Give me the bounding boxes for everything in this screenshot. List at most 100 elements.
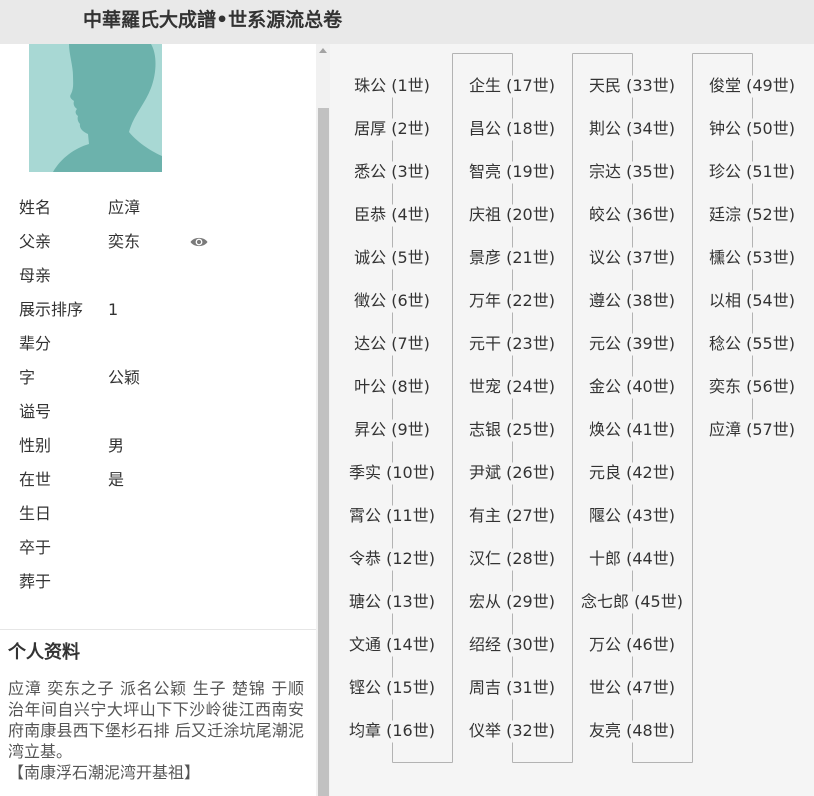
generation-item[interactable]: 绍经 (30世) — [469, 635, 555, 655]
avatar-silhouette-icon — [29, 44, 162, 172]
generation-item[interactable]: 有主 (27世) — [469, 506, 555, 526]
page-title: 中華羅氏大成譜•世系源流总卷 — [83, 9, 343, 31]
field-label: 生日 — [19, 504, 52, 523]
generation-item[interactable]: 徵公 (6世) — [354, 291, 430, 311]
field-burial: 葬于 — [0, 565, 316, 599]
generation-item[interactable]: 天民 (33世) — [589, 76, 675, 96]
generation-item[interactable]: 霄公 (11世) — [349, 506, 435, 526]
field-generation-rank: 辈分 — [0, 327, 316, 361]
generation-item[interactable]: 议公 (37世) — [589, 248, 675, 268]
generation-item[interactable]: 铿公 (15世) — [349, 678, 435, 698]
generation-item[interactable]: 昇公 (9世) — [354, 420, 430, 440]
field-value: 公颖 — [108, 368, 141, 387]
generation-item[interactable]: 稔公 (55世) — [709, 334, 795, 354]
generation-item[interactable]: 焕公 (41世) — [589, 420, 675, 440]
generation-item[interactable]: 万年 (22世) — [469, 291, 555, 311]
field-value: 应漳 — [108, 198, 141, 217]
field-death: 卒于 — [0, 531, 316, 565]
generation-item[interactable]: 诚公 (5世) — [354, 248, 430, 268]
generation-item[interactable]: 令恭 (12世) — [349, 549, 435, 569]
generation-item[interactable]: 昌公 (18世) — [469, 119, 555, 139]
field-mother: 母亲 — [0, 259, 316, 293]
generation-item[interactable]: 宗达 (35世) — [589, 162, 675, 182]
scrollbar[interactable] — [316, 44, 330, 796]
field-label: 葬于 — [19, 572, 52, 591]
scrollbar-thumb[interactable] — [318, 108, 329, 796]
generation-item[interactable]: 遵公 (38世) — [589, 291, 675, 311]
avatar — [29, 44, 162, 172]
bio-text: 应漳 奕东之子 派名公颖 生子 楚锦 于顺治年间自兴宁大坪山下下沙岭徙江西南安府… — [8, 679, 304, 761]
generation-item[interactable]: 元良 (42世) — [589, 463, 675, 483]
generation-item[interactable]: 皎公 (36世) — [589, 205, 675, 225]
generation-item[interactable]: 元公 (39世) — [589, 334, 675, 354]
generation-item[interactable]: 万公 (46世) — [589, 635, 675, 655]
field-name: 姓名 应漳 — [0, 191, 316, 225]
generation-item[interactable]: 金公 (40世) — [589, 377, 675, 397]
generation-item[interactable]: 叶公 (8世) — [354, 377, 430, 397]
generation-item[interactable]: 俊堂 (49世) — [709, 76, 795, 96]
bio-heading: 个人资料 — [8, 642, 80, 663]
generation-item[interactable]: 尹斌 (26世) — [469, 463, 555, 483]
profile-fields: 姓名 应漳 父亲 奕东 母亲 展示排序 1 辈分 字 公颖 谥号 性别 男 在世… — [0, 191, 316, 599]
bio-section: 应漳 奕东之子 派名公颖 生子 楚锦 于顺治年间自兴宁大坪山下下沙岭徙江西南安府… — [8, 678, 304, 783]
generation-item[interactable]: 汉仁 (28世) — [469, 549, 555, 569]
generation-item[interactable]: 文通 (14世) — [349, 635, 435, 655]
generation-item[interactable]: 悉公 (3世) — [354, 162, 430, 182]
generation-item[interactable]: 珍公 (51世) — [709, 162, 795, 182]
field-posthumous-name: 谥号 — [0, 395, 316, 429]
generation-item[interactable]: 珠公 (1世) — [354, 76, 430, 96]
generation-item[interactable]: 居厚 (2世) — [354, 119, 430, 139]
field-gender: 性别 男 — [0, 429, 316, 463]
generation-item[interactable]: 仪举 (32世) — [469, 721, 555, 741]
bio-note: 【南康浮石潮泥湾开基祖】 — [8, 763, 201, 782]
generation-item[interactable]: 季实 (10世) — [349, 463, 435, 483]
generation-item[interactable]: 智亮 (19世) — [469, 162, 555, 182]
generation-item[interactable]: 以相 (54世) — [709, 291, 795, 311]
generation-item[interactable]: 臣恭 (4世) — [354, 205, 430, 225]
generation-item[interactable]: 友亮 (48世) — [589, 721, 675, 741]
field-father: 父亲 奕东 — [0, 225, 316, 259]
field-value: 男 — [108, 436, 125, 455]
field-courtesy-name: 字 公颖 — [0, 361, 316, 395]
field-label: 展示排序 — [19, 300, 84, 319]
field-label: 辈分 — [19, 334, 52, 353]
generation-item[interactable]: 庆祖 (20世) — [469, 205, 555, 225]
field-value: 1 — [108, 300, 119, 319]
generation-item[interactable]: 达公 (7世) — [354, 334, 430, 354]
generation-item[interactable]: 念七郎 (45世) — [581, 592, 683, 612]
section-divider — [0, 629, 316, 630]
eye-icon[interactable] — [190, 236, 208, 248]
generation-item[interactable]: 应漳 (57世) — [709, 420, 795, 440]
generation-item[interactable]: 十郎 (44世) — [589, 549, 675, 569]
generation-item[interactable]: 景彦 (21世) — [469, 248, 555, 268]
generation-item[interactable]: 企生 (17世) — [469, 76, 555, 96]
triangle-up-icon[interactable] — [319, 48, 327, 53]
generation-item[interactable]: 世公 (47世) — [589, 678, 675, 698]
generation-item[interactable]: 廷淙 (52世) — [709, 205, 795, 225]
generation-item[interactable]: 周吉 (31世) — [469, 678, 555, 698]
field-label: 姓名 — [19, 198, 52, 217]
generation-item[interactable]: 钟公 (50世) — [709, 119, 795, 139]
field-label: 字 — [19, 368, 36, 387]
field-display-order: 展示排序 1 — [0, 293, 316, 327]
generation-item[interactable]: 志银 (25世) — [469, 420, 555, 440]
generation-item[interactable]: 瑭公 (13世) — [349, 592, 435, 612]
field-birth: 生日 — [0, 497, 316, 531]
field-label: 父亲 — [19, 232, 52, 251]
lineage-tree-panel: 珠公 (1世) 居厚 (2世) 悉公 (3世) 臣恭 (4世) 诚公 (5世) 徵公 (6… — [330, 44, 814, 796]
field-label: 在世 — [19, 470, 52, 489]
field-label: 谥号 — [19, 402, 52, 421]
generation-item[interactable]: 剘公 (34世) — [589, 119, 675, 139]
generation-item[interactable]: 元干 (23世) — [469, 334, 555, 354]
field-value: 奕东 — [108, 232, 141, 251]
field-label: 卒于 — [19, 538, 52, 557]
generation-item[interactable]: 奕东 (56世) — [709, 377, 795, 397]
generation-item[interactable]: 隁公 (43世) — [589, 506, 675, 526]
app-header: 中華羅氏大成譜•世系源流总卷 — [0, 0, 814, 44]
generation-item[interactable]: 世宠 (24世) — [469, 377, 555, 397]
generation-item[interactable]: 櫄公 (53世) — [709, 248, 795, 268]
field-alive: 在世 是 — [0, 463, 316, 497]
field-label: 性别 — [19, 436, 52, 455]
generation-item[interactable]: 宏从 (29世) — [469, 592, 555, 612]
generation-item[interactable]: 均章 (16世) — [349, 721, 435, 741]
